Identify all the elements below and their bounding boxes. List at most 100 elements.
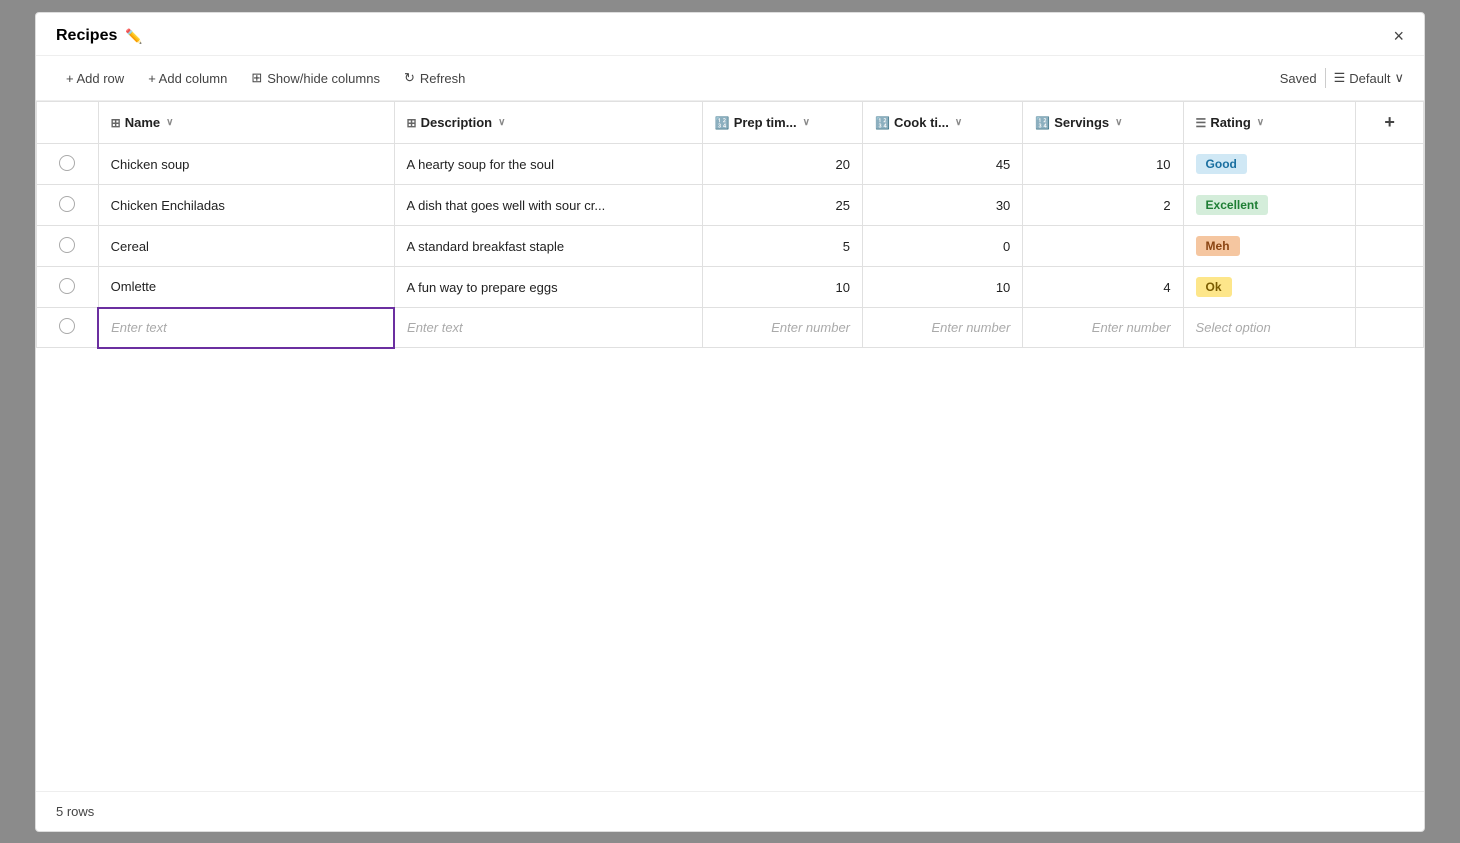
row-check-1[interactable] [37,144,99,185]
serv-col-icon: 🔢 [1035,116,1050,130]
row-cook-2[interactable]: 30 [863,185,1023,226]
row-prep-1[interactable]: 20 [702,144,862,185]
prep-time-column-header[interactable]: 🔢 Prep tim... ∨ [702,102,862,144]
refresh-icon: ↻ [404,70,415,86]
new-row-desc-input[interactable]: Enter text [394,308,702,348]
row-check-2[interactable] [37,185,99,226]
row-name-1[interactable]: Chicken soup [98,144,394,185]
prep-sort-icon: ∨ [803,117,810,128]
new-row-cook-input[interactable]: Enter number [863,308,1023,348]
modal-title: Recipes [56,27,117,45]
name-col-icon: ⊞ [111,116,121,130]
cook-col-label: Cook ti... [894,115,949,130]
row-desc-4[interactable]: A fun way to prepare eggs [394,267,702,308]
row-desc-1[interactable]: A hearty soup for the soul [394,144,702,185]
serv-sort-icon: ∨ [1115,117,1122,128]
row-cook-3[interactable]: 0 [863,226,1023,267]
chevron-down-icon: ∨ [1394,70,1404,86]
add-column-button[interactable]: + Add column [138,65,237,92]
new-row: Enter text Enter text Enter number Enter… [37,308,1424,348]
row-rating-3[interactable]: Meh [1183,226,1356,267]
table-row: Omlette A fun way to prepare eggs 10 10 … [37,267,1424,308]
row-prep-2[interactable]: 25 [702,185,862,226]
row-serv-3[interactable] [1023,226,1183,267]
new-row-name-input[interactable]: Enter text [98,308,394,348]
row-extra-4 [1356,267,1424,308]
add-row-button[interactable]: + Add row [56,65,134,92]
radio-circle [59,318,75,334]
row-cook-1[interactable]: 45 [863,144,1023,185]
desc-col-label: Description [421,115,493,130]
table-container: ⊞ Name ∨ ⊞ Description ∨ [36,101,1424,791]
prep-col-label: Prep tim... [734,115,797,130]
row-serv-1[interactable]: 10 [1023,144,1183,185]
add-column-header-btn[interactable]: + [1356,102,1424,144]
list-icon: ☰ [1334,70,1346,86]
table-row: Cereal A standard breakfast staple 5 0 M… [37,226,1424,267]
row-extra-2 [1356,185,1424,226]
row-prep-3[interactable]: 5 [702,226,862,267]
default-label: Default [1349,71,1390,86]
add-column-label: + Add column [148,71,227,86]
row-name-4[interactable]: Omlette [98,267,394,308]
desc-sort-icon: ∨ [498,117,505,128]
row-prep-4[interactable]: 10 [702,267,862,308]
row-name-2[interactable]: Chicken Enchiladas [98,185,394,226]
name-column-header[interactable]: ⊞ Name ∨ [98,102,394,144]
row-rating-2[interactable]: Excellent [1183,185,1356,226]
table-footer: 5 rows [36,791,1424,831]
rating-col-icon: ☰ [1196,116,1207,130]
name-sort-icon: ∨ [166,117,173,128]
close-button[interactable]: × [1393,27,1404,45]
cook-sort-icon: ∨ [955,117,962,128]
row-desc-2[interactable]: A dish that goes well with sour cr... [394,185,702,226]
default-view-button[interactable]: ☰ Default ∨ [1334,70,1404,86]
new-serv-placeholder: Enter number [1092,320,1171,335]
row-desc-3[interactable]: A standard breakfast staple [394,226,702,267]
new-row-rating-input[interactable]: Select option [1183,308,1356,348]
row-serv-4[interactable]: 4 [1023,267,1183,308]
prep-col-icon: 🔢 [715,116,730,130]
description-column-header[interactable]: ⊞ Description ∨ [394,102,702,144]
show-hide-label: Show/hide columns [267,71,380,86]
rating-col-label: Rating [1210,115,1250,130]
table-row: Chicken Enchiladas A dish that goes well… [37,185,1424,226]
new-rating-placeholder: Select option [1196,320,1271,335]
rating-badge-good: Good [1196,154,1247,174]
new-row-serv-input[interactable]: Enter number [1023,308,1183,348]
row-rating-1[interactable]: Good [1183,144,1356,185]
cook-time-column-header[interactable]: 🔢 Cook ti... ∨ [863,102,1023,144]
rating-badge-ok: Ok [1196,277,1232,297]
desc-col-icon: ⊞ [407,116,417,130]
row-check-4[interactable] [37,267,99,308]
radio-circle [59,237,75,253]
saved-label: Saved [1280,71,1317,86]
table-body: Chicken soup A hearty soup for the soul … [37,144,1424,348]
new-prep-placeholder: Enter number [771,320,850,335]
modal-overlay: Recipes ✏️ × + Add row + Add column ⊞ Sh… [0,0,1460,843]
check-column-header [37,102,99,144]
serv-col-label: Servings [1054,115,1109,130]
row-name-3[interactable]: Cereal [98,226,394,267]
edit-icon[interactable]: ✏️ [125,28,142,45]
rating-column-header[interactable]: ☰ Rating ∨ [1183,102,1356,144]
table-row: Chicken soup A hearty soup for the soul … [37,144,1424,185]
show-hide-button[interactable]: ⊞ Show/hide columns [241,64,390,92]
rating-sort-icon: ∨ [1257,117,1264,128]
new-cook-placeholder: Enter number [932,320,1011,335]
row-serv-2[interactable]: 2 [1023,185,1183,226]
row-rating-4[interactable]: Ok [1183,267,1356,308]
refresh-button[interactable]: ↻ Refresh [394,64,475,92]
refresh-label: Refresh [420,71,466,86]
add-row-label: + Add row [66,71,124,86]
rating-badge-meh: Meh [1196,236,1240,256]
new-row-extra [1356,308,1424,348]
row-check-3[interactable] [37,226,99,267]
radio-circle [59,278,75,294]
cook-col-icon: 🔢 [875,116,890,130]
row-cook-4[interactable]: 10 [863,267,1023,308]
new-row-check[interactable] [37,308,99,348]
new-row-prep-input[interactable]: Enter number [702,308,862,348]
servings-column-header[interactable]: 🔢 Servings ∨ [1023,102,1183,144]
row-count-label: 5 rows [56,804,94,819]
